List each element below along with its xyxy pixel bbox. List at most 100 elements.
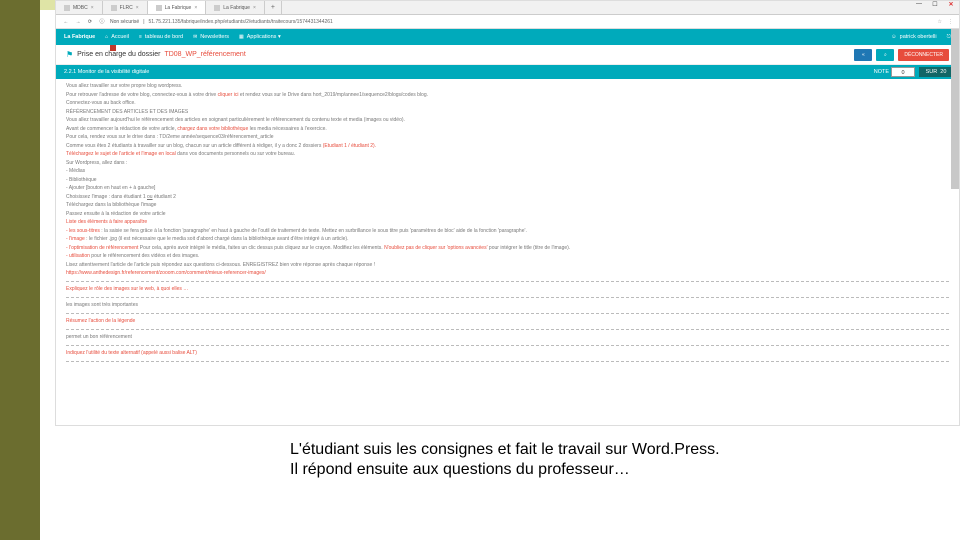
lesson-content: Vous allez travailler sur votre propre b… — [56, 79, 959, 372]
mail-icon: ✉ — [193, 34, 197, 40]
dashboard-icon: ≡ — [139, 34, 142, 40]
text-line: Avant de commencer la rédaction de votre… — [66, 126, 949, 133]
favicon — [111, 5, 117, 11]
new-tab-button[interactable]: + — [265, 1, 282, 14]
window-controls: — ☐ ✕ — [911, 1, 959, 14]
browser-tab-strip: MDBC× FLRC× La Fabrique× La Fabrique× + … — [56, 1, 959, 15]
tab-label: La Fabrique — [223, 5, 250, 11]
insecure-label: Non sécurisé — [110, 19, 139, 25]
question-1: Expliquez le rôle des images sur le web,… — [66, 286, 949, 293]
text-line: Sur Wordpress, allez dans : — [66, 160, 949, 167]
user-icon: ☺ — [891, 34, 897, 40]
favicon — [214, 5, 220, 11]
text-line: Téléchargez le sujet de l'article et l'i… — [66, 151, 949, 158]
text-line: - les sous-titres : la saisie se fera gr… — [66, 228, 949, 235]
favicon — [64, 5, 70, 11]
browser-window: MDBC× FLRC× La Fabrique× La Fabrique× + … — [55, 0, 960, 426]
text-line: Lisez attentivement l'article de l'artic… — [66, 262, 949, 269]
nav-accueil[interactable]: ⌂Accueil — [105, 34, 129, 40]
close-tab-icon[interactable]: × — [136, 5, 139, 11]
page-title-bar: ⚑ Prise en charge du dossier TD08_WP_réf… — [56, 45, 959, 65]
caption-line-1: L'étudiant suis les consignes et fait le… — [290, 440, 850, 460]
favicon — [156, 5, 162, 11]
nav-newsletters[interactable]: ✉Newsletters — [193, 34, 229, 40]
close-tab-icon[interactable]: × — [253, 5, 256, 11]
bookmark-star-icon[interactable]: ☆ — [938, 19, 942, 25]
nav-label: Applications ▾ — [247, 34, 281, 40]
scrollbar[interactable] — [951, 29, 959, 425]
divider — [66, 329, 949, 330]
tab-label: MDBC — [73, 5, 88, 11]
divider — [66, 361, 949, 362]
text-line: Pour cela, rendez vous sur le drive dans… — [66, 134, 949, 141]
browser-tab-1[interactable]: FLRC× — [103, 1, 148, 14]
tab-label: La Fabrique — [165, 5, 192, 11]
scroll-thumb[interactable] — [951, 29, 959, 189]
slide-caption: L'étudiant suis les consignes et fait le… — [290, 440, 850, 480]
browser-tab-0[interactable]: MDBC× — [56, 1, 103, 14]
nav-reload-button[interactable]: ⟳ — [86, 19, 94, 25]
text-line: Connectez-vous au back office. — [66, 100, 949, 107]
divider — [66, 345, 949, 346]
text-line: Vous allez travailler aujourd'hui le réf… — [66, 117, 949, 124]
divider — [66, 297, 949, 298]
nav-back-button[interactable]: ← — [62, 19, 70, 25]
text-line: Pour retrouver l'adresse de votre blog, … — [66, 92, 949, 99]
link-drive[interactable]: cliquer ici — [218, 92, 239, 98]
course-color-badge — [110, 45, 116, 51]
text-line: - Ajouter [bouton en haut en + à gauche] — [66, 185, 949, 192]
section-number: 2.2.1 — [64, 69, 76, 75]
app-top-nav: La Fabrique ⌂Accueil ≡tableau de bord ✉N… — [56, 29, 959, 45]
address-bar: ← → ⟳ ⓘ Non sécurisé | 51.75.221.135/fab… — [56, 15, 959, 29]
caption-line-2: Il répond ensuite aux questions du profe… — [290, 460, 850, 480]
divider — [66, 281, 949, 282]
user-menu[interactable]: ☺patrick obertelli — [891, 34, 937, 40]
search-button[interactable]: ⌕ — [876, 49, 894, 61]
nav-label: Accueil — [111, 34, 129, 40]
browser-menu-icon[interactable]: ⋮ — [948, 19, 953, 25]
question-2: Résumez l'action de la légende — [66, 318, 949, 325]
apps-icon: ▦ — [239, 34, 244, 40]
text-line: Vous allez travailler sur votre propre b… — [66, 83, 949, 90]
back-button[interactable]: « — [854, 49, 872, 61]
tab-label: FLRC — [120, 5, 133, 11]
window-minimize-button[interactable]: — — [911, 1, 927, 14]
separator: | — [143, 19, 144, 25]
text-line: - utilisation pour le référencement des … — [66, 253, 949, 260]
browser-tab-3[interactable]: La Fabrique× — [206, 1, 265, 14]
window-close-button[interactable]: ✕ — [943, 1, 959, 14]
text-line: Comme vous êtes 2 étudiants à travailler… — [66, 143, 949, 150]
nav-label: tableau de bord — [145, 34, 183, 40]
note-max: SUR 20 — [919, 67, 953, 77]
answer-2[interactable]: permet un bon référencement — [66, 334, 949, 341]
nav-label: Newsletters — [200, 34, 229, 40]
text-line: Passez ensuite à la rédaction de votre a… — [66, 211, 949, 218]
close-tab-icon[interactable]: × — [91, 5, 94, 11]
nav-applications[interactable]: ▦Applications ▾ — [239, 34, 281, 40]
close-tab-icon[interactable]: × — [194, 5, 197, 11]
page-title-name: TD08_WP_référencement — [164, 51, 245, 58]
home-icon: ⌂ — [105, 34, 108, 40]
nav-tableau[interactable]: ≡tableau de bord — [139, 34, 183, 40]
section-title: Monitor de la visibilité digitale — [78, 69, 150, 75]
text-line: - l'optimisation de référencement Pour c… — [66, 245, 949, 252]
disconnect-button[interactable]: DÉCONNECTER — [898, 49, 949, 61]
app-brand[interactable]: La Fabrique — [64, 34, 95, 40]
text-subheading: Liste des éléments à faire apparaître — [66, 219, 949, 226]
text-line: - Médias — [66, 168, 949, 175]
nav-forward-button[interactable]: → — [74, 19, 82, 25]
url-field[interactable]: 51.75.221.135/fabrique/index.php/etudian… — [149, 19, 333, 25]
browser-tab-2[interactable]: La Fabrique× — [148, 1, 207, 14]
link-biblio[interactable]: chargez dans votre bibliothèque — [177, 126, 248, 132]
note-input[interactable]: 0 — [891, 67, 915, 77]
page-title-prefix: Prise en charge du dossier — [77, 51, 160, 58]
answer-1[interactable]: les images sont très importantes — [66, 302, 949, 309]
text-line: - Bibliothèque — [66, 177, 949, 184]
user-name: patrick obertelli — [900, 34, 937, 40]
site-info-icon[interactable]: ⓘ — [98, 18, 106, 25]
window-maximize-button[interactable]: ☐ — [927, 1, 943, 14]
external-link[interactable]: https://www.anthedesign.fr/referencement… — [66, 270, 949, 277]
section-header: 2.2.1 Monitor de la visibilité digitale … — [56, 65, 959, 79]
question-3: Indiquez l'utilité du texte alternatif (… — [66, 350, 949, 357]
text-line: - l'image : le fichier .jpg (il est néce… — [66, 236, 949, 243]
